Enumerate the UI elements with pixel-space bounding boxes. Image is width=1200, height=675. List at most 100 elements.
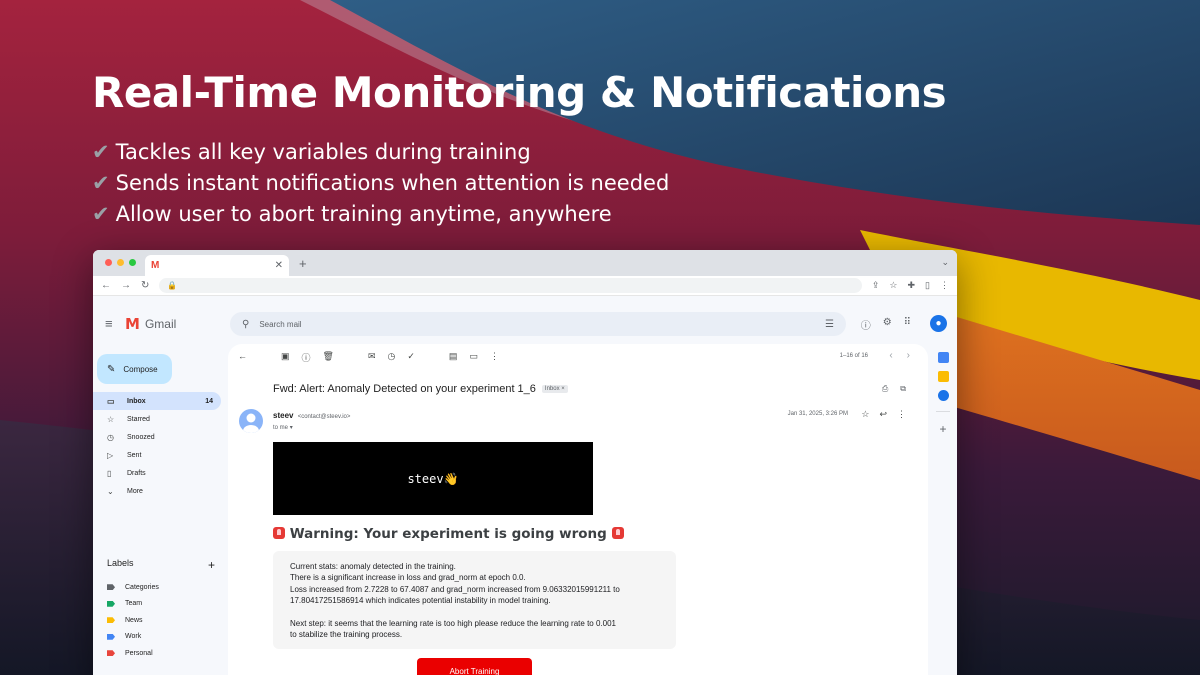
email-toolbar: ← ▣ ⓘ 🗑 ✉ ◷ ✓ ▤ ▭ ⋮ (238, 351, 499, 364)
labels-heading: Labels + (107, 558, 215, 572)
inbox-label-chip[interactable]: Inbox × (541, 385, 568, 393)
next-page-icon[interactable]: › (907, 350, 910, 361)
checkmark-icon: ✔ (92, 140, 110, 164)
back-arrow-icon[interactable]: ← (238, 351, 247, 364)
archive-icon[interactable]: ▣ (281, 351, 290, 364)
toolbar-icons: ⇪ ☆ ✚ ▯ ⋮ (872, 280, 949, 291)
gmail-favicon-icon: M (151, 260, 160, 271)
browser-tab-gmail[interactable]: M ✕ (145, 255, 289, 276)
sidebar-item-starred[interactable]: ☆ Starred (93, 410, 221, 428)
pagination-text: 1–16 of 16 (839, 353, 868, 359)
keep-icon[interactable] (937, 371, 949, 382)
feature-item: ✔ Allow user to abort training anytime, a… (92, 202, 612, 226)
share-icon[interactable]: ⇪ (872, 280, 880, 291)
label-tag-icon (107, 617, 115, 624)
add-addon-icon[interactable]: + (929, 422, 957, 436)
search-options-icon[interactable]: ☰ (825, 319, 834, 330)
label-icon[interactable]: ▭ (469, 351, 478, 364)
sender-email: <contact@steev.io> (297, 414, 351, 420)
label-item-work[interactable]: Work (107, 629, 159, 646)
open-new-window-icon[interactable]: ⧉ (900, 384, 906, 394)
account-avatar[interactable]: ● (930, 315, 947, 332)
sidebar-item-drafts[interactable]: ▯ Drafts (93, 464, 221, 482)
caret-down-icon: ▾ (289, 425, 293, 431)
tab-search-chevron-icon[interactable]: ⌄ (941, 257, 949, 268)
browser-toolbar: ← → ↻ 🔒 ⇪ ☆ ✚ ▯ ⋮ (93, 276, 957, 296)
pagination-nav: ‹ › (889, 350, 910, 361)
sidebar-item-sent[interactable]: ▷ Sent (93, 446, 221, 464)
checkmark-icon: ✔ (92, 171, 110, 195)
inbox-icon: ▭ (107, 396, 115, 406)
gmail-app: ≡ M Gmail ⚲ Search mail ☰ ⓘ ⚙ ⠿ ● ✎ Comp… (93, 296, 957, 675)
message-more-icon[interactable]: ⋮ (897, 409, 906, 420)
prev-page-icon[interactable]: ‹ (889, 350, 892, 361)
label-item-team[interactable]: Team (107, 596, 159, 613)
send-icon: ▷ (107, 450, 114, 460)
hero-title: Real-Time Monitoring & Notifications (92, 68, 947, 117)
add-task-icon[interactable]: ✓ (407, 351, 415, 364)
browser-menu-icon[interactable]: ⋮ (940, 280, 949, 291)
address-bar[interactable]: 🔒 (159, 278, 862, 293)
calendar-icon[interactable] (937, 352, 949, 363)
sidebar-item-more[interactable]: ⌄ More (93, 482, 221, 500)
move-to-icon[interactable]: ▤ (449, 351, 458, 364)
gmail-m-icon: M (125, 315, 140, 333)
reply-icon[interactable]: ↩ (879, 409, 887, 420)
clock-icon: ◷ (107, 432, 114, 442)
header-icons: ⓘ ⚙ ⠿ (861, 317, 911, 332)
label-tag-icon (107, 584, 115, 591)
browser-window: M ✕ + ⌄ ← → ↻ 🔒 ⇪ ☆ ✚ ▯ ⋮ ≡ M Gmail ⚲ Se… (93, 250, 957, 675)
compose-button[interactable]: ✎ Compose (97, 354, 172, 384)
label-tag-icon (107, 600, 115, 607)
side-apps-rail: + (929, 344, 957, 675)
subject-icons: ⎙ ⧉ (882, 384, 906, 394)
inbox-count: 14 (205, 397, 213, 405)
delete-icon[interactable]: 🗑 (323, 351, 334, 364)
close-tab-icon[interactable]: ✕ (275, 260, 283, 271)
more-options-icon[interactable]: ⋮ (490, 351, 499, 364)
add-label-icon[interactable]: + (208, 558, 215, 572)
label-item-news[interactable]: News (107, 612, 159, 629)
extensions-icon[interactable]: ✚ (908, 280, 916, 291)
forward-button[interactable]: → (121, 280, 131, 291)
message-actions: ☆ ↩ ⋮ (861, 409, 906, 420)
back-button[interactable]: ← (101, 280, 111, 291)
maximize-window-button[interactable] (129, 259, 136, 266)
report-spam-icon[interactable]: ⓘ (302, 351, 311, 364)
label-tag-icon (107, 650, 115, 657)
search-bar[interactable]: ⚲ Search mail ☰ (230, 312, 846, 336)
close-window-button[interactable] (105, 259, 112, 266)
print-icon[interactable]: ⎙ (882, 384, 888, 394)
sender-name: steev (273, 411, 294, 420)
label-item-personal[interactable]: Personal (107, 645, 159, 662)
pencil-icon: ✎ (107, 363, 116, 375)
star-message-icon[interactable]: ☆ (861, 409, 869, 420)
new-tab-button[interactable]: + (299, 256, 307, 271)
window-controls (105, 259, 136, 266)
nav-list: ▭ Inbox 14 ☆ Starred ◷ Snoozed ▷ Sent ▯ … (93, 392, 221, 500)
recipient-dropdown[interactable]: to me ▾ (273, 424, 293, 431)
help-icon[interactable]: ⓘ (861, 317, 871, 332)
gmail-logo[interactable]: M Gmail (125, 315, 176, 333)
feature-list: ✔ Tackles all key variables during traini… (92, 137, 669, 230)
contacts-icon[interactable] (937, 390, 949, 401)
reload-button[interactable]: ↻ (141, 280, 149, 291)
minimize-window-button[interactable] (117, 259, 124, 266)
apps-grid-icon[interactable]: ⠿ (904, 317, 911, 332)
mark-unread-icon[interactable]: ✉ (368, 351, 376, 364)
label-item-categories[interactable]: Categories (107, 579, 159, 596)
sender-info: steev <contact@steev.io> (273, 411, 350, 420)
browser-tabbar: M ✕ + ⌄ (93, 250, 957, 276)
settings-gear-icon[interactable]: ⚙ (883, 317, 892, 332)
sidebar-item-inbox[interactable]: ▭ Inbox 14 (93, 392, 221, 410)
bookmark-star-icon[interactable]: ☆ (889, 280, 897, 291)
search-input[interactable]: Search mail (259, 320, 301, 329)
main-menu-icon[interactable]: ≡ (105, 316, 113, 331)
side-panel-icon[interactable]: ▯ (925, 280, 930, 291)
lock-icon: 🔒 (167, 281, 178, 290)
search-icon[interactable]: ⚲ (242, 319, 249, 330)
snooze-icon[interactable]: ◷ (388, 351, 396, 364)
feature-item: ✔ Tackles all key variables during traini… (92, 140, 531, 164)
sidebar-item-snoozed[interactable]: ◷ Snoozed (93, 428, 221, 446)
abort-training-button[interactable]: Abort Training (417, 658, 532, 675)
